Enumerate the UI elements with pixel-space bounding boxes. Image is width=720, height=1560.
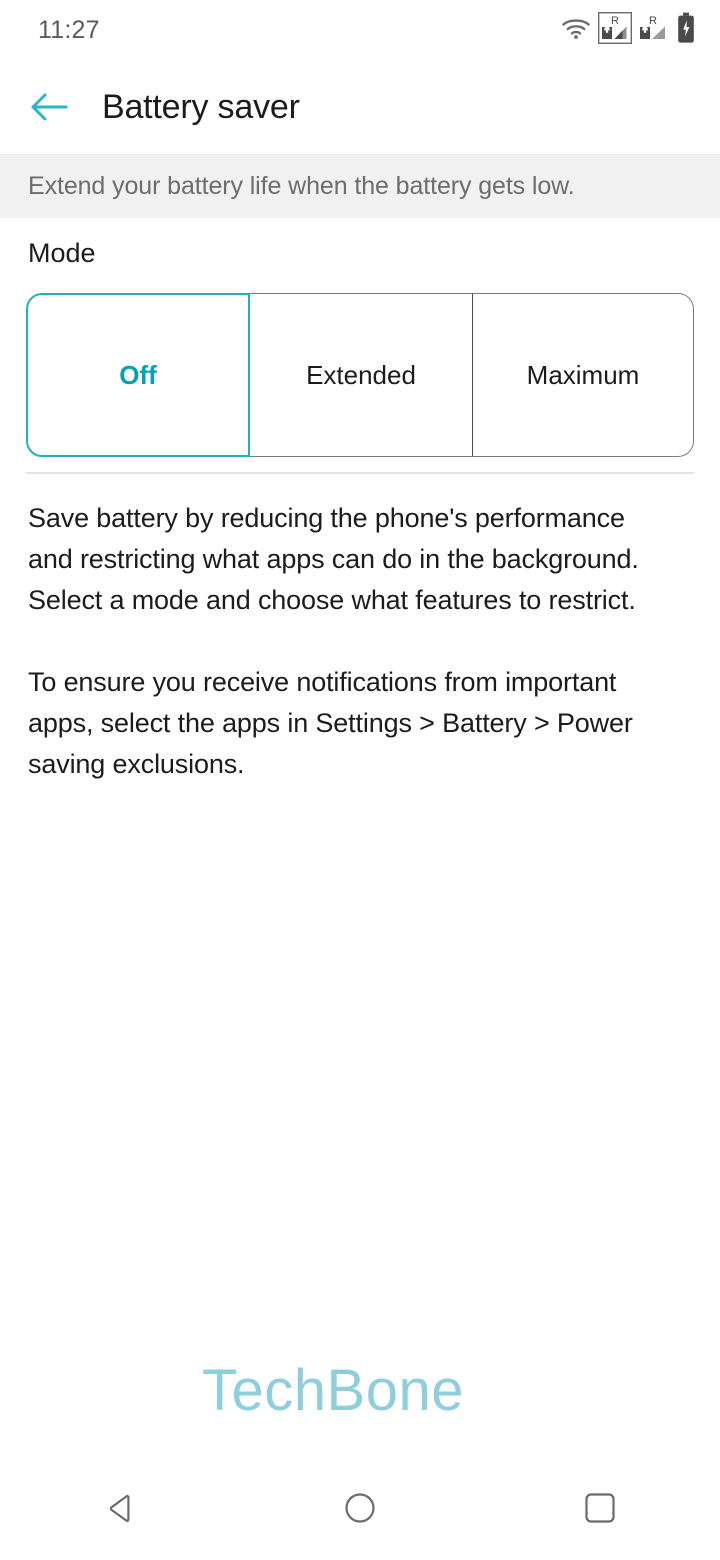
nav-recents-square-icon [578, 1486, 622, 1535]
page-title: Battery saver [102, 87, 300, 126]
battery-icon [676, 12, 696, 49]
svg-text:R: R [611, 15, 619, 27]
info-banner-text: Extend your battery life when the batter… [28, 171, 575, 200]
status-icons: R R [561, 11, 696, 49]
description-paragraph-1: Save battery by reducing the phone's per… [28, 503, 639, 615]
nav-back-triangle-icon [98, 1486, 142, 1535]
nav-home-button[interactable] [305, 1460, 415, 1560]
nav-recents-button[interactable] [545, 1460, 655, 1560]
back-arrow-icon[interactable] [26, 84, 72, 130]
watermark-techbone: TechBone [202, 1358, 464, 1423]
status-bar: 11:27 R R [0, 0, 720, 60]
mode-option-maximum[interactable]: Maximum [472, 293, 694, 457]
signal-sim2-roaming-icon: R [639, 12, 669, 49]
section-divider [26, 472, 694, 474]
mode-segmented-control: Off Extended Maximum [26, 293, 694, 457]
signal-sim1-roaming-icon: R [597, 11, 632, 49]
mode-label: Mode [28, 238, 96, 268]
description-block: Save battery by reducing the phone's per… [28, 498, 676, 785]
info-banner: Extend your battery life when the batter… [0, 154, 720, 218]
nav-home-circle-icon [338, 1486, 382, 1535]
phone-screen: 11:27 R R Battery saver Extend your batt… [0, 0, 720, 1560]
navigation-bar [0, 1460, 720, 1560]
mode-option-extended[interactable]: Extended [250, 293, 472, 457]
description-paragraph-2: To ensure you receive notifications from… [28, 667, 633, 779]
app-bar: Battery saver [0, 60, 720, 154]
svg-text:R: R [649, 15, 657, 27]
mode-option-off[interactable]: Off [26, 293, 250, 457]
nav-back-button[interactable] [65, 1460, 175, 1560]
wifi-icon [561, 16, 591, 45]
status-clock: 11:27 [38, 15, 100, 44]
